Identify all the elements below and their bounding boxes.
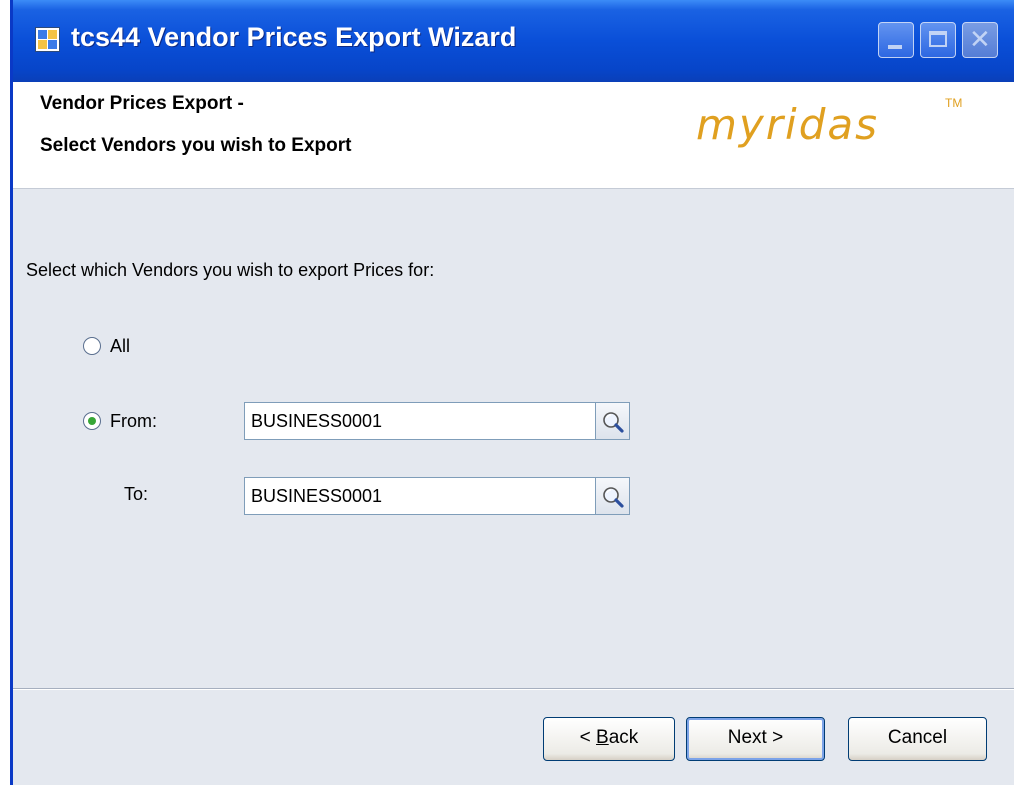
next-button[interactable]: Next > (686, 717, 825, 761)
close-icon: ✕ (969, 25, 991, 55)
from-vendor-field[interactable] (244, 402, 596, 440)
back-prefix: < (579, 727, 597, 748)
trademark-mark: TM (945, 96, 963, 110)
close-button[interactable]: ✕ (962, 22, 998, 58)
header-title: Vendor Prices Export - (40, 93, 244, 114)
to-vendor-field[interactable] (244, 477, 596, 515)
radio-all-label[interactable]: All (110, 336, 130, 357)
to-vendor-input[interactable] (245, 478, 595, 514)
title-bar[interactable]: tcs44 Vendor Prices Export Wizard ✕ (13, 0, 1014, 82)
to-label: To: (124, 484, 149, 504)
from-lookup-button[interactable] (596, 402, 630, 440)
minimize-button[interactable] (878, 22, 914, 58)
maximize-icon (929, 31, 947, 47)
maximize-button[interactable] (920, 22, 956, 58)
back-rest: ack (608, 727, 639, 748)
radio-from-label[interactable]: From: (110, 411, 157, 432)
back-button[interactable]: < Back (543, 717, 675, 761)
header-subtitle: Select Vendors you wish to Export (40, 135, 352, 156)
minimize-icon (888, 45, 902, 49)
radio-from[interactable] (83, 412, 101, 430)
magnifier-icon (603, 412, 624, 433)
from-vendor-input[interactable] (245, 403, 595, 439)
myridas-logo: myridas (696, 100, 879, 149)
app-icon[interactable] (35, 27, 60, 52)
magnifier-icon (603, 487, 624, 508)
instruction-text: Select which Vendors you wish to export … (26, 260, 435, 280)
radio-all[interactable] (83, 337, 101, 355)
cancel-button[interactable]: Cancel (848, 717, 987, 761)
back-mnemonic: B (596, 727, 609, 748)
footer-divider (13, 688, 1014, 690)
to-lookup-button[interactable] (596, 477, 630, 515)
window-title: tcs44 Vendor Prices Export Wizard (71, 22, 517, 52)
